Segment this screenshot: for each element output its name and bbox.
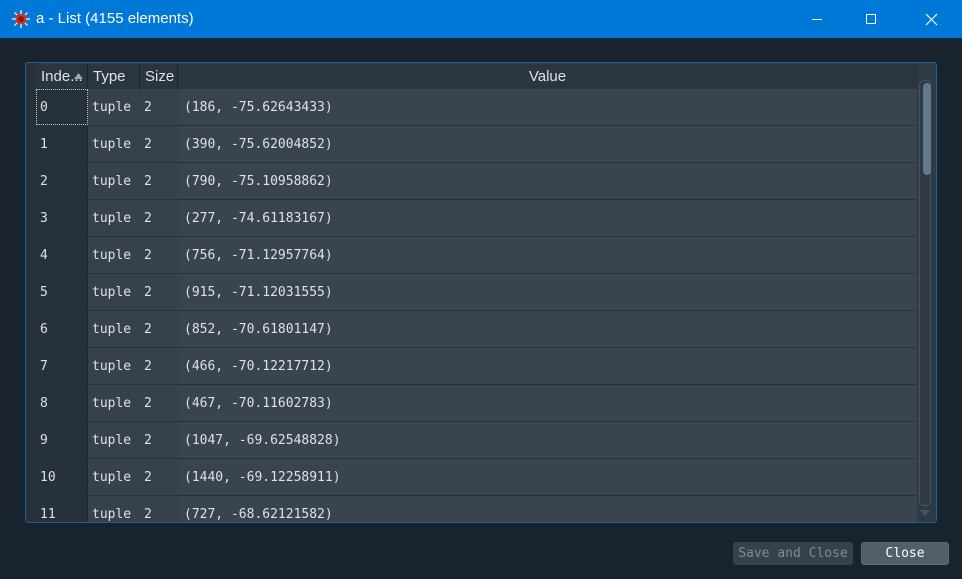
scroll-thumb[interactable]: [923, 83, 931, 175]
column-header-type[interactable]: Type: [88, 64, 140, 89]
type-cell[interactable]: tuple: [88, 348, 140, 384]
type-cell[interactable]: tuple: [88, 237, 140, 273]
table-row[interactable]: 0 tuple 2 (186, -75.62643433): [36, 89, 917, 126]
close-window-button[interactable]: [908, 0, 954, 38]
size-cell[interactable]: 2: [140, 126, 178, 162]
table-header: Inde... Type Size Value: [36, 64, 917, 89]
size-cell[interactable]: 2: [140, 311, 178, 347]
size-cell[interactable]: 2: [140, 274, 178, 310]
index-cell[interactable]: 0: [36, 89, 88, 125]
table-row[interactable]: 4 tuple 2 (756, -71.12957764): [36, 237, 917, 274]
index-cell[interactable]: 2: [36, 163, 88, 199]
index-cell[interactable]: 1: [36, 126, 88, 162]
column-header-value[interactable]: Value: [178, 64, 917, 89]
table-row[interactable]: 5 tuple 2 (915, -71.12031555): [36, 274, 917, 311]
vertical-scrollbar[interactable]: [917, 80, 932, 520]
index-cell[interactable]: 3: [36, 200, 88, 236]
value-cell[interactable]: (186, -75.62643433): [178, 89, 917, 125]
table-row[interactable]: 6 tuple 2 (852, -70.61801147): [36, 311, 917, 348]
close-icon: [925, 13, 937, 25]
value-cell[interactable]: (790, -75.10958862): [178, 163, 917, 199]
type-cell[interactable]: tuple: [88, 200, 140, 236]
column-header-label: Type: [93, 68, 126, 85]
table-row[interactable]: 10 tuple 2 (1440, -69.12258911): [36, 459, 917, 496]
table-row[interactable]: 7 tuple 2 (466, -70.12217712): [36, 348, 917, 385]
value-cell[interactable]: (390, -75.62004852): [178, 126, 917, 162]
size-cell[interactable]: 2: [140, 89, 178, 125]
value-cell[interactable]: (1047, -69.62548828): [178, 422, 917, 458]
type-cell[interactable]: tuple: [88, 311, 140, 347]
value-cell[interactable]: (1440, -69.12258911): [178, 459, 917, 495]
table-row[interactable]: 11 tuple 2 (727, -68.62121582): [36, 496, 917, 522]
type-cell[interactable]: tuple: [88, 459, 140, 495]
size-cell[interactable]: 2: [140, 459, 178, 495]
type-cell[interactable]: tuple: [88, 422, 140, 458]
index-cell[interactable]: 4: [36, 237, 88, 273]
spyder-icon: [12, 10, 30, 28]
close-button[interactable]: Close: [861, 542, 949, 565]
table-row[interactable]: 2 tuple 2 (790, -75.10958862): [36, 163, 917, 200]
index-cell[interactable]: 5: [36, 274, 88, 310]
window-title: a - List (4155 elements): [36, 10, 194, 27]
type-cell[interactable]: tuple: [88, 126, 140, 162]
table-row[interactable]: 1 tuple 2 (390, -75.62004852): [36, 126, 917, 163]
column-header-size[interactable]: Size: [140, 64, 178, 89]
sort-ascending-icon: [74, 73, 83, 79]
size-cell[interactable]: 2: [140, 348, 178, 384]
scroll-down-arrow-icon[interactable]: [920, 510, 930, 516]
value-cell[interactable]: (277, -74.61183167): [178, 200, 917, 236]
index-cell[interactable]: 10: [36, 459, 88, 495]
save-and-close-button[interactable]: Save and Close: [733, 542, 853, 565]
maximize-icon: [866, 14, 876, 24]
title-bar: a - List (4155 elements): [0, 0, 962, 38]
column-header-label: Value: [528, 68, 567, 85]
type-cell[interactable]: tuple: [88, 385, 140, 421]
value-cell[interactable]: (756, -71.12957764): [178, 237, 917, 273]
index-cell[interactable]: 8: [36, 385, 88, 421]
scroll-track[interactable]: [919, 80, 931, 506]
size-cell[interactable]: 2: [140, 385, 178, 421]
value-cell[interactable]: (466, -70.12217712): [178, 348, 917, 384]
value-cell[interactable]: (727, -68.62121582): [178, 496, 917, 522]
row-header-strip: [26, 63, 36, 522]
table-row[interactable]: 3 tuple 2 (277, -74.61183167): [36, 200, 917, 237]
type-cell[interactable]: tuple: [88, 496, 140, 522]
type-cell[interactable]: tuple: [88, 163, 140, 199]
index-cell[interactable]: 6: [36, 311, 88, 347]
size-cell[interactable]: 2: [140, 200, 178, 236]
value-cell[interactable]: (915, -71.12031555): [178, 274, 917, 310]
size-cell[interactable]: 2: [140, 237, 178, 273]
minimize-icon: [812, 19, 822, 20]
type-cell[interactable]: tuple: [88, 274, 140, 310]
table-row[interactable]: 9 tuple 2 (1047, -69.62548828): [36, 422, 917, 459]
index-cell[interactable]: 9: [36, 422, 88, 458]
table-body: 0 tuple 2 (186, -75.62643433) 1 tuple 2 …: [36, 89, 917, 522]
index-cell[interactable]: 7: [36, 348, 88, 384]
type-cell[interactable]: tuple: [88, 89, 140, 125]
minimize-button[interactable]: [794, 0, 840, 38]
column-header-label: Size: [145, 68, 175, 85]
maximize-button[interactable]: [848, 0, 894, 38]
column-header-index[interactable]: Inde...: [36, 64, 88, 89]
value-cell[interactable]: (467, -70.11602783): [178, 385, 917, 421]
size-cell[interactable]: 2: [140, 163, 178, 199]
index-cell[interactable]: 11: [36, 496, 88, 522]
value-cell[interactable]: (852, -70.61801147): [178, 311, 917, 347]
list-table[interactable]: Inde... Type Size Value 0 tuple 2 (186, …: [25, 62, 937, 523]
size-cell[interactable]: 2: [140, 496, 178, 522]
table-row[interactable]: 8 tuple 2 (467, -70.11602783): [36, 385, 917, 422]
size-cell[interactable]: 2: [140, 422, 178, 458]
